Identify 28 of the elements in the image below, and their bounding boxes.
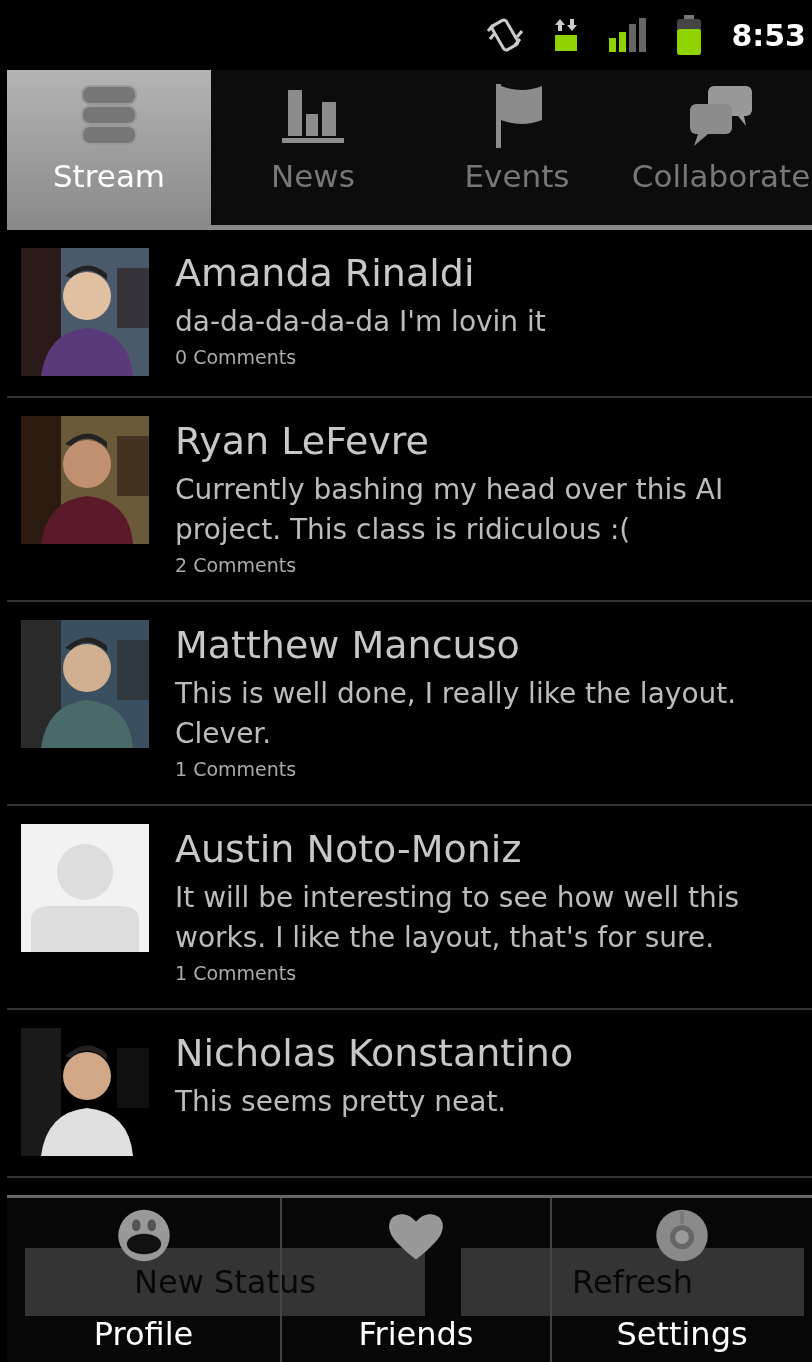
comment-count: 0 Comments	[175, 345, 298, 370]
status-message: This seems pretty neat.	[175, 1084, 508, 1120]
comment-count: 2 Comments	[175, 553, 298, 578]
avatar-placeholder-icon	[21, 824, 149, 952]
author-name: Austin Noto-Moniz	[175, 826, 523, 873]
author-name: Ryan LeFevre	[175, 418, 430, 465]
status-message: Currently bashing my head over this AI project. This class is ridiculous :(	[175, 472, 725, 548]
stream-item[interactable]: Matthew Mancuso This is well done, I really like the layout. Clever. 1 Comments	[7, 602, 812, 806]
menu-item[interactable]: Friends	[358, 1314, 474, 1354]
author-name: Matthew Mancuso	[175, 622, 521, 669]
comment-count: 1 Comments	[175, 961, 298, 986]
stream-item[interactable]: Austin Noto-Moniz It will be interesting to see how well this works. I like the layout, that's for sure. 1 Comments	[7, 806, 812, 1010]
clock-time: 8:53	[731, 17, 806, 53]
mobile-data-icon	[553, 17, 580, 53]
author-name: Nicholas Konstantino	[175, 1030, 574, 1077]
battery-icon	[675, 15, 704, 55]
comment-count: 1 Comments	[175, 757, 298, 782]
author-name: Amanda Rinaldi	[175, 250, 476, 297]
status-message: da-da-da-da-da I'm lovin it	[175, 304, 546, 340]
status-message: It will be interesting to see how well this works. I like the layout, that's for sure.	[175, 880, 741, 956]
signal-icon	[607, 18, 648, 52]
status-message: This is well done, I really like the layout. Clever.	[175, 676, 738, 752]
stream-item[interactable]: Nicholas Konstantino This seems pretty neat.	[7, 1010, 812, 1178]
vibrate-icon	[485, 17, 526, 53]
stream-item[interactable]: Ryan LeFevre Currently bashing my head over this AI project. This class is ridiculous :( 2 Comments	[7, 398, 812, 602]
stream-item[interactable]: Amanda Rinaldi da-da-da-da-da I'm lovin it 0 Comments	[7, 230, 812, 398]
menu-item[interactable]: Settings	[616, 1314, 748, 1354]
menu-item[interactable]: Profile	[93, 1314, 194, 1354]
